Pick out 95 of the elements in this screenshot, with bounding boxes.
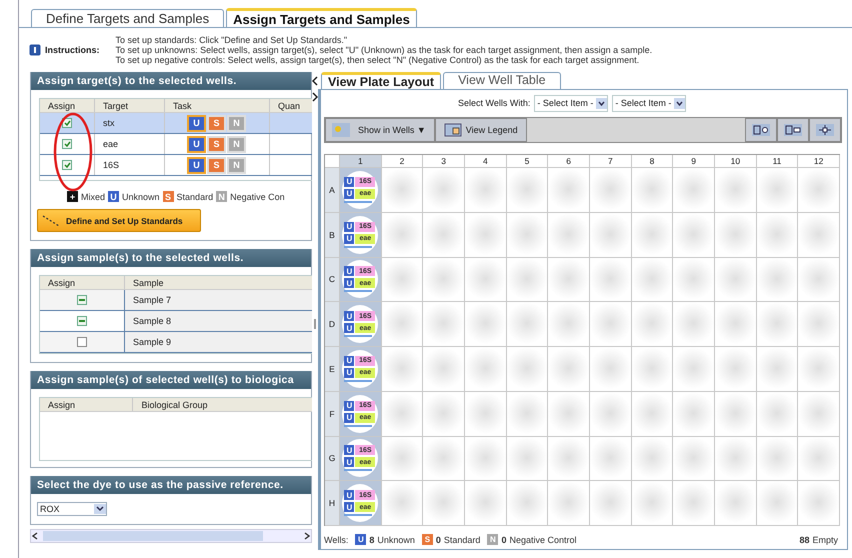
task-button[interactable]: U bbox=[187, 136, 206, 152]
row-header[interactable]: D bbox=[325, 302, 340, 347]
wells-label: Wells: bbox=[324, 534, 348, 544]
task-chip: U bbox=[344, 278, 354, 288]
task-chip: U bbox=[344, 457, 354, 468]
section-header: Select the dye to use as the passive reference. bbox=[31, 476, 311, 494]
sample-name: Sample 9 bbox=[133, 337, 172, 347]
instruction-line: To set up negative controls: Select wells, assign target(s), then select "N" (Negative Control) as the task for each target assignment. bbox=[116, 55, 640, 65]
count-label: Standard bbox=[444, 534, 480, 544]
legend-label: Standard bbox=[176, 192, 214, 202]
task-swatch: U bbox=[355, 534, 366, 545]
column-header[interactable]: 6 bbox=[548, 155, 590, 168]
section-header: Assign sample(s) of selected well(s) to biologica bbox=[31, 371, 311, 389]
column-header[interactable]: 9 bbox=[673, 155, 715, 168]
table-row[interactable]: 16S U S N bbox=[40, 155, 312, 176]
table-row[interactable]: eae U S N bbox=[40, 134, 312, 155]
task-swatch: N bbox=[487, 534, 498, 545]
column-header[interactable]: 7 bbox=[590, 155, 632, 168]
task-chip: U bbox=[344, 368, 354, 378]
sample-name: Sample 8 bbox=[133, 316, 172, 326]
row-header[interactable]: A bbox=[325, 168, 340, 213]
empty-count: 88 bbox=[799, 534, 810, 544]
column-header[interactable]: 1 bbox=[340, 155, 382, 168]
instructions-label: Instructions: bbox=[45, 45, 100, 55]
section-header: Assign target(s) to the selected wells. bbox=[31, 72, 311, 90]
count-label: Unknown bbox=[377, 534, 415, 544]
row-header[interactable]: E bbox=[325, 347, 340, 392]
column-header: Assign bbox=[48, 278, 76, 288]
column-header[interactable]: 10 bbox=[715, 155, 757, 168]
task-chip: U bbox=[344, 412, 354, 423]
task-chip: U bbox=[344, 323, 354, 334]
item-select[interactable]: - Select Item - bbox=[534, 94, 608, 112]
task-button[interactable]: U bbox=[187, 114, 206, 132]
tab[interactable]: View Well Table bbox=[443, 72, 561, 89]
show-in-wells-button[interactable]: Show in Wells ▼ bbox=[325, 118, 435, 142]
column-header[interactable]: 3 bbox=[423, 155, 465, 168]
column-header: Sample bbox=[133, 278, 164, 288]
row-header[interactable]: H bbox=[325, 481, 340, 526]
task-chip: U bbox=[344, 356, 354, 366]
column-header[interactable]: 8 bbox=[632, 155, 674, 168]
legend-label: Unknown bbox=[122, 192, 160, 202]
target-name: stx bbox=[103, 118, 115, 128]
row-header[interactable]: G bbox=[325, 436, 340, 482]
instruction-line: To set up unknowns: Select wells, assign target(s), select "U" (Unknown) as the task for each target assignment, then assign a sample. bbox=[116, 45, 652, 55]
well-count: 0 bbox=[501, 534, 506, 544]
instruction-line: To set up standards: Click "Define and Set Up Standards." bbox=[116, 35, 348, 45]
target-name: eae bbox=[103, 139, 118, 149]
column-header[interactable]: 4 bbox=[465, 155, 507, 168]
task-chip: U bbox=[344, 502, 354, 512]
column-header: Assign bbox=[48, 100, 76, 110]
task-chip: U bbox=[344, 188, 354, 199]
column-header: Assign bbox=[48, 400, 76, 410]
column-header: Task bbox=[173, 100, 192, 110]
section-header: Assign sample(s) to the selected wells. bbox=[31, 249, 311, 267]
task-chip: U bbox=[344, 445, 354, 456]
define-standards-button[interactable]: Define and Set Up Standards bbox=[37, 209, 201, 232]
count-label: Empty bbox=[812, 534, 838, 544]
dye-select[interactable]: ROX bbox=[37, 502, 107, 516]
task-chip: U bbox=[344, 400, 354, 411]
row-header[interactable]: F bbox=[325, 392, 340, 436]
legend-swatch: + bbox=[67, 191, 78, 202]
well-count: 8 bbox=[369, 534, 374, 544]
item-select[interactable]: - Select Item - bbox=[612, 94, 686, 112]
view-legend-button[interactable]: View Legend bbox=[434, 118, 527, 142]
column-header[interactable]: 5 bbox=[506, 155, 548, 168]
tab[interactable]: Assign Targets and Samples bbox=[226, 8, 417, 27]
task-chip: U bbox=[344, 490, 354, 500]
legend-label: Negative Con bbox=[230, 192, 285, 202]
row-header[interactable]: C bbox=[325, 258, 340, 302]
task-chip: U bbox=[344, 222, 354, 232]
column-header: Target bbox=[103, 100, 128, 110]
target-name: 16S bbox=[103, 160, 120, 170]
tab[interactable]: View Plate Layout bbox=[321, 72, 442, 89]
task-swatch: S bbox=[422, 534, 433, 545]
select-wells-label: Select Wells With: bbox=[458, 98, 530, 108]
sample-name: Sample 7 bbox=[133, 295, 172, 305]
column-header: Quan bbox=[278, 100, 300, 110]
legend-swatch: N bbox=[216, 191, 228, 202]
tab[interactable]: Define Targets and Samples bbox=[31, 9, 224, 27]
legend-swatch: S bbox=[162, 191, 174, 202]
task-button[interactable]: U bbox=[187, 156, 206, 174]
row-header[interactable]: B bbox=[325, 212, 340, 258]
task-chip: U bbox=[344, 266, 354, 276]
task-chip: U bbox=[344, 311, 354, 322]
count-label: Negative Control bbox=[509, 534, 576, 544]
column-header[interactable]: 12 bbox=[798, 155, 840, 168]
legend-label: Mixed bbox=[81, 192, 106, 202]
column-header[interactable]: 11 bbox=[756, 155, 798, 168]
well-count: 0 bbox=[436, 534, 441, 544]
column-header: Biological Group bbox=[141, 400, 208, 410]
column-header[interactable]: 2 bbox=[382, 155, 424, 168]
table-row[interactable]: stx U S N bbox=[40, 113, 312, 134]
task-chip: U bbox=[344, 234, 354, 244]
task-chip: U bbox=[344, 176, 354, 187]
legend-swatch: U bbox=[108, 191, 120, 202]
